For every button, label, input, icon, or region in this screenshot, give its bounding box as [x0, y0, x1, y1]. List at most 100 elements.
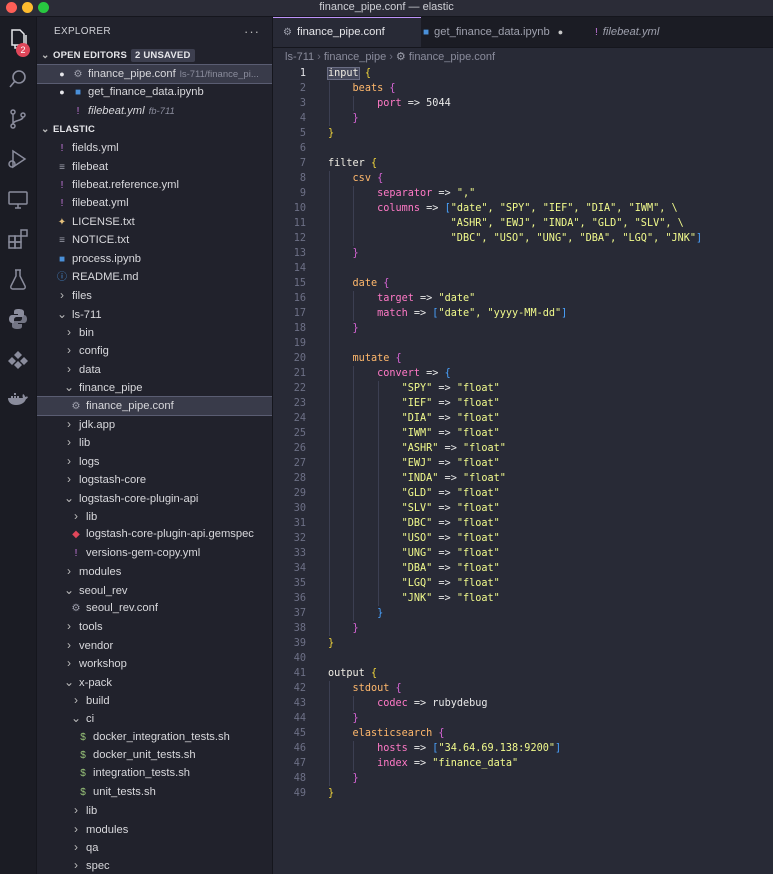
- file-icon: ≡: [59, 161, 65, 173]
- more-actions-button[interactable]: ···: [244, 17, 260, 47]
- token-str: "DBC": [401, 518, 433, 529]
- token-str: "float": [456, 383, 500, 394]
- code-line: 33 "UNG" => "float": [273, 546, 500, 561]
- open-editor-item[interactable]: ! filebeat.yml fb-711: [37, 102, 272, 120]
- token-b3: }: [377, 608, 384, 619]
- token-plugin: beats: [352, 83, 384, 94]
- token-op: =>: [432, 563, 457, 574]
- tree-folder[interactable]: › modules: [37, 820, 272, 838]
- tree-folder[interactable]: › workshop: [37, 654, 272, 672]
- tree-folder[interactable]: › logstash-core: [37, 470, 272, 488]
- breadcrumb-item[interactable]: ls-711: [285, 51, 314, 63]
- tree-file[interactable]: ✦ LICENSE.txt: [37, 213, 272, 231]
- code-line: 9 separator => ",": [273, 186, 475, 201]
- remote-explorer-icon[interactable]: [6, 187, 30, 211]
- file-name: docker_integration_tests.sh: [93, 730, 230, 743]
- open-editor-item[interactable]: ● ⚙ finance_pipe.conf ls-711/finance_pi...: [37, 63, 272, 85]
- code-editor[interactable]: 1 input {2 beats {3 port => 5044 4 } 5} 6 7 fi…: [273, 66, 773, 874]
- tree-folder[interactable]: › modules: [37, 562, 272, 580]
- folder-name: modules: [86, 823, 129, 836]
- tree-folder[interactable]: ⌄ logstash-core-plugin-api: [37, 489, 272, 507]
- tab-get-finance-data-ipynb[interactable]: ■ get_finance_data.ipynb ●: [413, 17, 593, 47]
- tree-folder[interactable]: › vendor: [37, 636, 272, 654]
- tree-folder[interactable]: ⌄ x-pack: [37, 673, 272, 691]
- tree-folder[interactable]: › spec: [37, 856, 272, 874]
- tree-file[interactable]: $ docker_integration_tests.sh: [37, 728, 272, 746]
- kubernetes-icon[interactable]: [6, 347, 30, 371]
- tree-file[interactable]: ! versions-gem-copy.yml: [37, 544, 272, 562]
- tree-file[interactable]: $ unit_tests.sh: [37, 783, 272, 801]
- tab-filebeat-yml[interactable]: ! filebeat.yml: [585, 17, 715, 47]
- open-editors-section-header[interactable]: ⌄ OPEN EDITORS 2 UNSAVED: [37, 47, 272, 65]
- tree-file[interactable]: ◆ logstash-core-plugin-api.gemspec: [37, 525, 272, 543]
- search-icon[interactable]: [6, 67, 30, 91]
- open-editor-path: fb-711: [148, 105, 175, 117]
- file-name: seoul_rev.conf: [86, 601, 158, 614]
- file-name: fields.yml: [72, 142, 119, 155]
- file-name: unit_tests.sh: [93, 785, 156, 798]
- docker-icon[interactable]: [6, 387, 30, 411]
- token-b1: }: [328, 128, 335, 139]
- line-number: 17: [293, 308, 306, 319]
- line-number: 25: [293, 428, 306, 439]
- unsaved-dot: ●: [59, 69, 65, 79]
- tree-folder[interactable]: › logs: [37, 452, 272, 470]
- tree-folder[interactable]: › lib: [37, 801, 272, 819]
- tree-folder[interactable]: ⌄ ls-711: [37, 305, 272, 323]
- python-icon[interactable]: [6, 307, 30, 331]
- indent-guide: [329, 81, 330, 126]
- token-plugin: elasticsearch: [352, 728, 433, 739]
- tree-folder[interactable]: › files: [37, 286, 272, 304]
- chevron-down-icon: ⌄: [41, 50, 50, 61]
- tree-folder[interactable]: › config: [37, 341, 272, 359]
- tree-folder[interactable]: › tools: [37, 617, 272, 635]
- extensions-icon[interactable]: [6, 227, 30, 251]
- open-editor-item[interactable]: ● ■ get_finance_data.ipynb: [37, 83, 272, 101]
- tree-folder[interactable]: › lib: [37, 433, 272, 451]
- tree-file[interactable]: ⚙ seoul_rev.conf: [37, 599, 272, 617]
- tree-folder[interactable]: › lib: [37, 507, 272, 525]
- tree-file[interactable]: $ docker_unit_tests.sh: [37, 746, 272, 764]
- tree-file[interactable]: ≡ NOTICE.txt: [37, 231, 272, 249]
- tree-file[interactable]: ! filebeat.yml: [37, 194, 272, 212]
- tree-file[interactable]: $ integration_tests.sh: [37, 764, 272, 782]
- tree-folder[interactable]: ⌄ seoul_rev: [37, 581, 272, 599]
- tab-finance-pipe-conf[interactable]: ⚙ finance_pipe.conf: [273, 17, 421, 47]
- workspace-section-header[interactable]: ⌄ ELASTIC: [37, 121, 272, 139]
- tree-folder[interactable]: › data: [37, 360, 272, 378]
- tree-folder[interactable]: › qa: [37, 838, 272, 856]
- tree-file[interactable]: ⓘ README.md: [37, 268, 272, 286]
- source-control-icon[interactable]: [6, 107, 30, 131]
- tree-file[interactable]: ≡ filebeat: [37, 158, 272, 176]
- folder-name: logs: [79, 455, 100, 468]
- folder-name: tools: [79, 621, 103, 634]
- tree-folder[interactable]: › build: [37, 691, 272, 709]
- run-debug-icon[interactable]: [6, 147, 30, 171]
- breadcrumb-item[interactable]: finance_pipe.conf: [409, 51, 495, 63]
- tree-file[interactable]: ! filebeat.reference.yml: [37, 176, 272, 194]
- line-number: 20: [293, 353, 306, 364]
- token-kw: input: [327, 67, 360, 80]
- token-key: index: [377, 758, 408, 769]
- breadcrumb-item[interactable]: finance_pipe: [324, 51, 386, 63]
- code-line: 34 "DBA" => "float": [273, 561, 500, 576]
- testing-flask-icon[interactable]: [6, 267, 30, 291]
- explorer-badge: 2: [16, 43, 30, 57]
- line-number: 3: [299, 98, 306, 109]
- tab-label: filebeat.yml: [602, 26, 660, 38]
- tree-file[interactable]: ⚙ finance_pipe.conf: [37, 395, 272, 417]
- tree-folder[interactable]: › jdk.app: [37, 415, 272, 433]
- token-str: "float": [456, 578, 500, 589]
- token-str: "LGQ": [401, 578, 433, 589]
- tree-folder[interactable]: ⌄ finance_pipe: [37, 378, 272, 396]
- tree-file[interactable]: ! fields.yml: [37, 139, 272, 157]
- code-line: 3 port => 5044: [273, 96, 451, 111]
- tree-file[interactable]: ■ process.ipynb: [37, 250, 272, 268]
- tree-folder[interactable]: ⌄ ci: [37, 709, 272, 727]
- token-op: =>: [407, 758, 433, 769]
- tree-folder[interactable]: › bin: [37, 323, 272, 341]
- token-b1: {: [364, 68, 371, 79]
- unsaved-dot[interactable]: ●: [558, 17, 563, 47]
